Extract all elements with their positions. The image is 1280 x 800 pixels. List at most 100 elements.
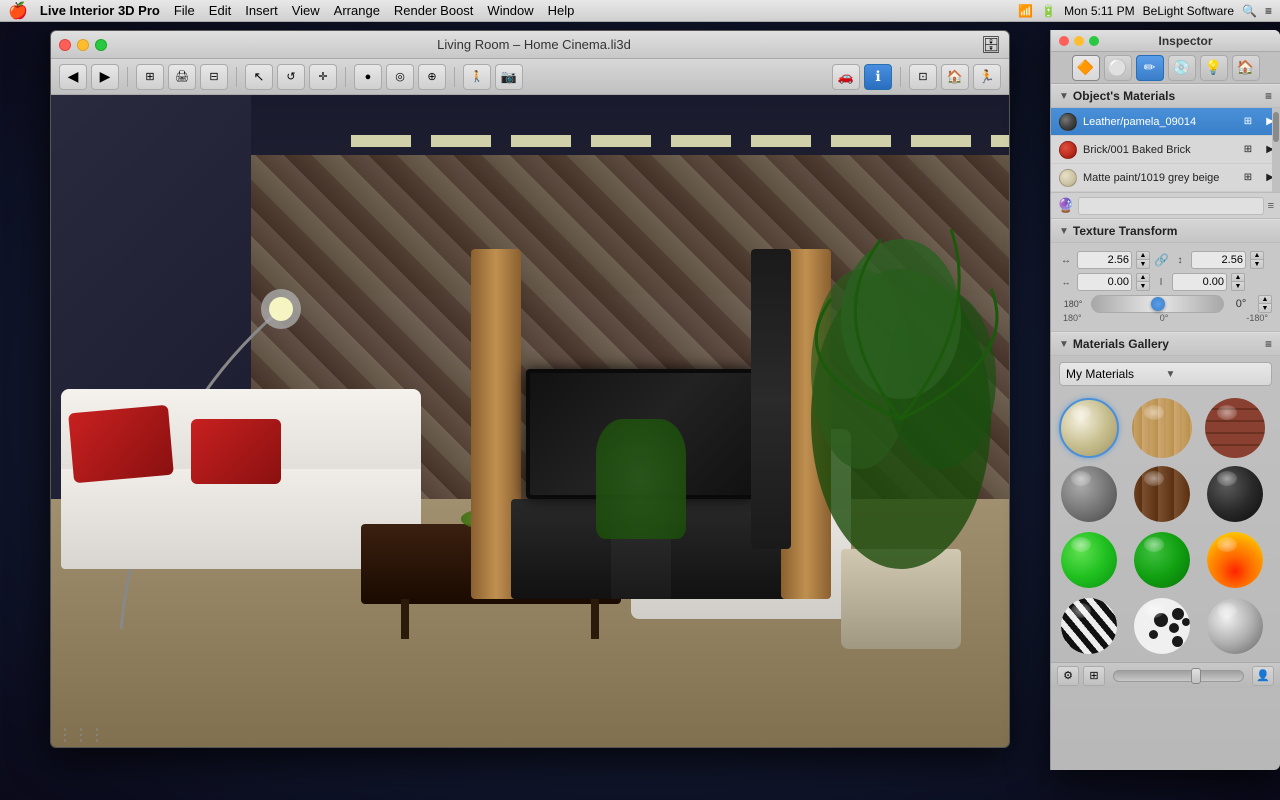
orbit-pan-button[interactable]: ⊕	[418, 64, 446, 90]
car-button[interactable]: 🚗	[832, 64, 860, 90]
height-input[interactable]: 2.56	[1191, 251, 1246, 269]
material-item-3[interactable]: Matte paint/1019 grey beige ⊞ ▶	[1051, 164, 1280, 192]
menu-edit[interactable]: Edit	[209, 3, 231, 18]
material-search-field[interactable]	[1078, 197, 1263, 215]
offset-y-up[interactable]: ▲	[1231, 273, 1245, 282]
tab-materials[interactable]: 🔶	[1072, 55, 1100, 81]
menu-window[interactable]: Window	[487, 3, 533, 18]
maximize-button[interactable]	[95, 39, 107, 51]
floor-plan-button[interactable]: ⊞	[136, 64, 164, 90]
2d-view-button[interactable]: ⊟	[200, 64, 228, 90]
wand-icon[interactable]: 🔮	[1057, 197, 1074, 214]
material-search-menu[interactable]: ≡	[1268, 200, 1274, 212]
menu-help[interactable]: Help	[548, 3, 575, 18]
menu-file[interactable]: File	[174, 3, 195, 18]
orbit-tool-button[interactable]: ●	[354, 64, 382, 90]
angle-up[interactable]: ▲	[1258, 295, 1272, 304]
section-menu-icon[interactable]: ≡	[1265, 89, 1272, 103]
inspector-close[interactable]	[1059, 36, 1069, 46]
minimize-button[interactable]	[77, 39, 89, 51]
gallery-item-fire[interactable]	[1205, 530, 1265, 590]
menu-view[interactable]: View	[292, 3, 320, 18]
menu-arrange[interactable]: Arrange	[334, 3, 380, 18]
width-stepper[interactable]: ▲ ▼	[1136, 251, 1150, 269]
gallery-item-cream[interactable]	[1059, 398, 1119, 458]
material-item-1[interactable]: Leather/pamela_09014 ⊞ ▶	[1051, 108, 1280, 136]
inspector-maximize[interactable]	[1089, 36, 1099, 46]
gallery-item-wood-dark[interactable]	[1132, 464, 1192, 524]
walk2-button[interactable]: 🏃	[973, 64, 1001, 90]
tab-edit[interactable]: ✏	[1136, 55, 1164, 81]
move-tool-button[interactable]: ✛	[309, 64, 337, 90]
materials-scrollbar[interactable]	[1272, 108, 1280, 192]
gallery-size-slider[interactable]	[1113, 670, 1244, 682]
link-icon[interactable]: 🔗	[1154, 253, 1169, 267]
offset-y-input[interactable]: 0.00	[1172, 273, 1227, 291]
material-item-2[interactable]: Brick/001 Baked Brick ⊞ ▶	[1051, 136, 1280, 164]
material-swatch-1	[1059, 113, 1077, 131]
info-button[interactable]: ℹ	[864, 64, 892, 90]
apple-menu[interactable]: 🍎	[8, 1, 28, 21]
angle-slider[interactable]	[1091, 295, 1224, 313]
offset-x-stepper[interactable]: ▲ ▼	[1136, 273, 1150, 291]
select-tool-button[interactable]: ↖	[245, 64, 273, 90]
width-up[interactable]: ▲	[1136, 251, 1150, 260]
nav-forward-button[interactable]: ▶	[91, 64, 119, 90]
tab-house[interactable]: 🏠	[1232, 55, 1260, 81]
material-edit-3[interactable]: ⊞	[1240, 170, 1256, 186]
camera-button[interactable]: 📷	[495, 64, 523, 90]
viewport[interactable]: ⋮⋮⋮	[51, 95, 1010, 748]
gallery-item-green-bright[interactable]	[1059, 530, 1119, 590]
walk-button[interactable]: 🚶	[463, 64, 491, 90]
menu-render[interactable]: Render Boost	[394, 3, 474, 18]
offset-x-input[interactable]: 0.00	[1077, 273, 1132, 291]
height-stepper[interactable]: ▲ ▼	[1250, 251, 1264, 269]
offset-y-down[interactable]: ▼	[1231, 282, 1245, 291]
materials-scroll-thumb[interactable]	[1273, 112, 1279, 142]
height-up[interactable]: ▲	[1250, 251, 1264, 260]
gallery-size-thumb[interactable]	[1191, 668, 1201, 684]
gallery-item-zebra[interactable]	[1059, 596, 1119, 656]
nav-back-button[interactable]: ◀	[59, 64, 87, 90]
render-view-button[interactable]: 🖨	[168, 64, 196, 90]
angle-label-max: -180°	[1246, 313, 1268, 323]
search-icon[interactable]: 🔍	[1242, 4, 1257, 18]
tab-light[interactable]: 💡	[1200, 55, 1228, 81]
close-button[interactable]	[59, 39, 71, 51]
gallery-item-green-dark[interactable]	[1132, 530, 1192, 590]
material-edit-2[interactable]: ⊞	[1240, 142, 1256, 158]
material-edit-1[interactable]: ⊞	[1240, 114, 1256, 130]
gallery-item-wood-light[interactable]	[1132, 398, 1192, 458]
tab-coin[interactable]: 💿	[1168, 55, 1196, 81]
offset-x-down[interactable]: ▼	[1136, 282, 1150, 291]
offset-y-stepper[interactable]: ▲ ▼	[1231, 273, 1245, 291]
person-icon-btn[interactable]: 👤	[1252, 666, 1274, 686]
gallery-item-silver[interactable]	[1205, 596, 1265, 656]
inspector-minimize[interactable]	[1074, 36, 1084, 46]
angle-down[interactable]: ▼	[1258, 304, 1272, 313]
width-input[interactable]: 2.56	[1077, 251, 1132, 269]
control-icon[interactable]: ≡	[1265, 4, 1272, 18]
gallery-item-brick[interactable]	[1205, 398, 1265, 458]
gallery-item-stone[interactable]	[1059, 464, 1119, 524]
width-down[interactable]: ▼	[1136, 260, 1150, 269]
frame-button[interactable]: ⊡	[909, 64, 937, 90]
gallery-menu[interactable]: ≡	[1265, 337, 1272, 351]
menu-insert[interactable]: Insert	[245, 3, 278, 18]
gallery-item-dark[interactable]	[1205, 464, 1265, 524]
grid-icon-btn[interactable]: ⊞	[1083, 666, 1105, 686]
gallery-dropdown[interactable]: My Materials ▼	[1059, 362, 1272, 386]
materials-list-container: Leather/pamela_09014 ⊞ ▶ Brick/001 Baked…	[1051, 108, 1280, 193]
settings-icon-btn[interactable]: ⚙	[1057, 666, 1079, 686]
tab-sphere[interactable]: ⚪	[1104, 55, 1132, 81]
offset-x-up[interactable]: ▲	[1136, 273, 1150, 282]
house2-button[interactable]: 🏠	[941, 64, 969, 90]
gallery-item-spots[interactable]	[1132, 596, 1192, 656]
gallery-header: ▼ Materials Gallery ≡	[1051, 332, 1280, 356]
orbit-alt-button[interactable]: ◎	[386, 64, 414, 90]
height-down[interactable]: ▼	[1250, 260, 1264, 269]
angle-slider-thumb[interactable]	[1151, 297, 1165, 311]
menu-appname[interactable]: Live Interior 3D Pro	[40, 3, 160, 18]
angle-stepper[interactable]: ▲ ▼	[1258, 295, 1272, 313]
rotate-tool-button[interactable]: ↺	[277, 64, 305, 90]
